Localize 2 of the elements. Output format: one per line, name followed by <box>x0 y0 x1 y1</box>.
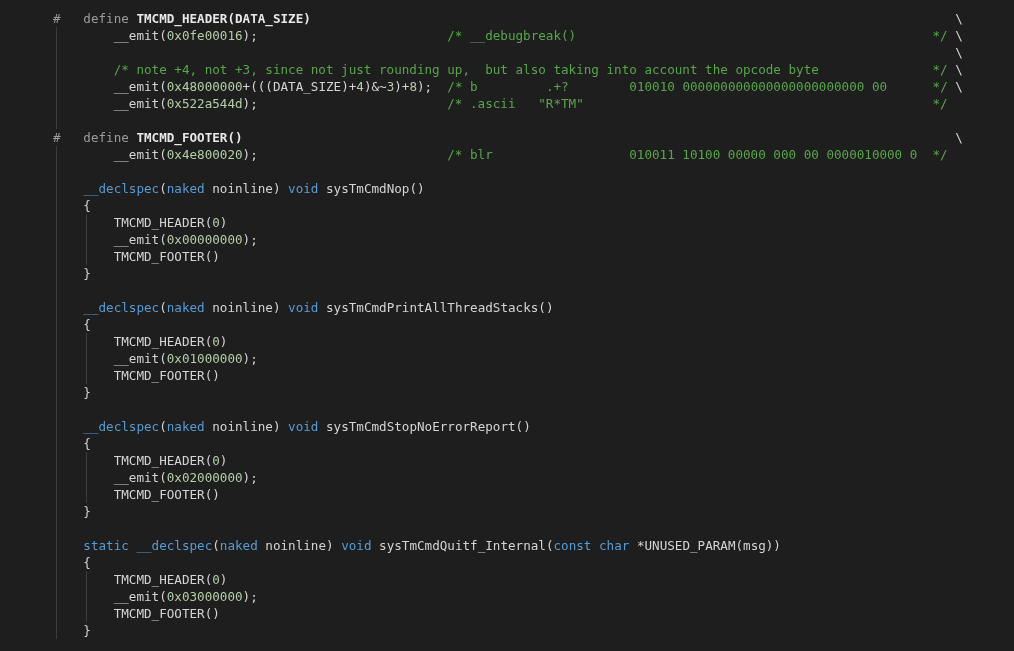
code-line: # define TMCMD_HEADER(DATA_SIZE) \ <box>52 10 964 27</box>
code-line: # define TMCMD_FOOTER() \ <box>52 129 964 146</box>
